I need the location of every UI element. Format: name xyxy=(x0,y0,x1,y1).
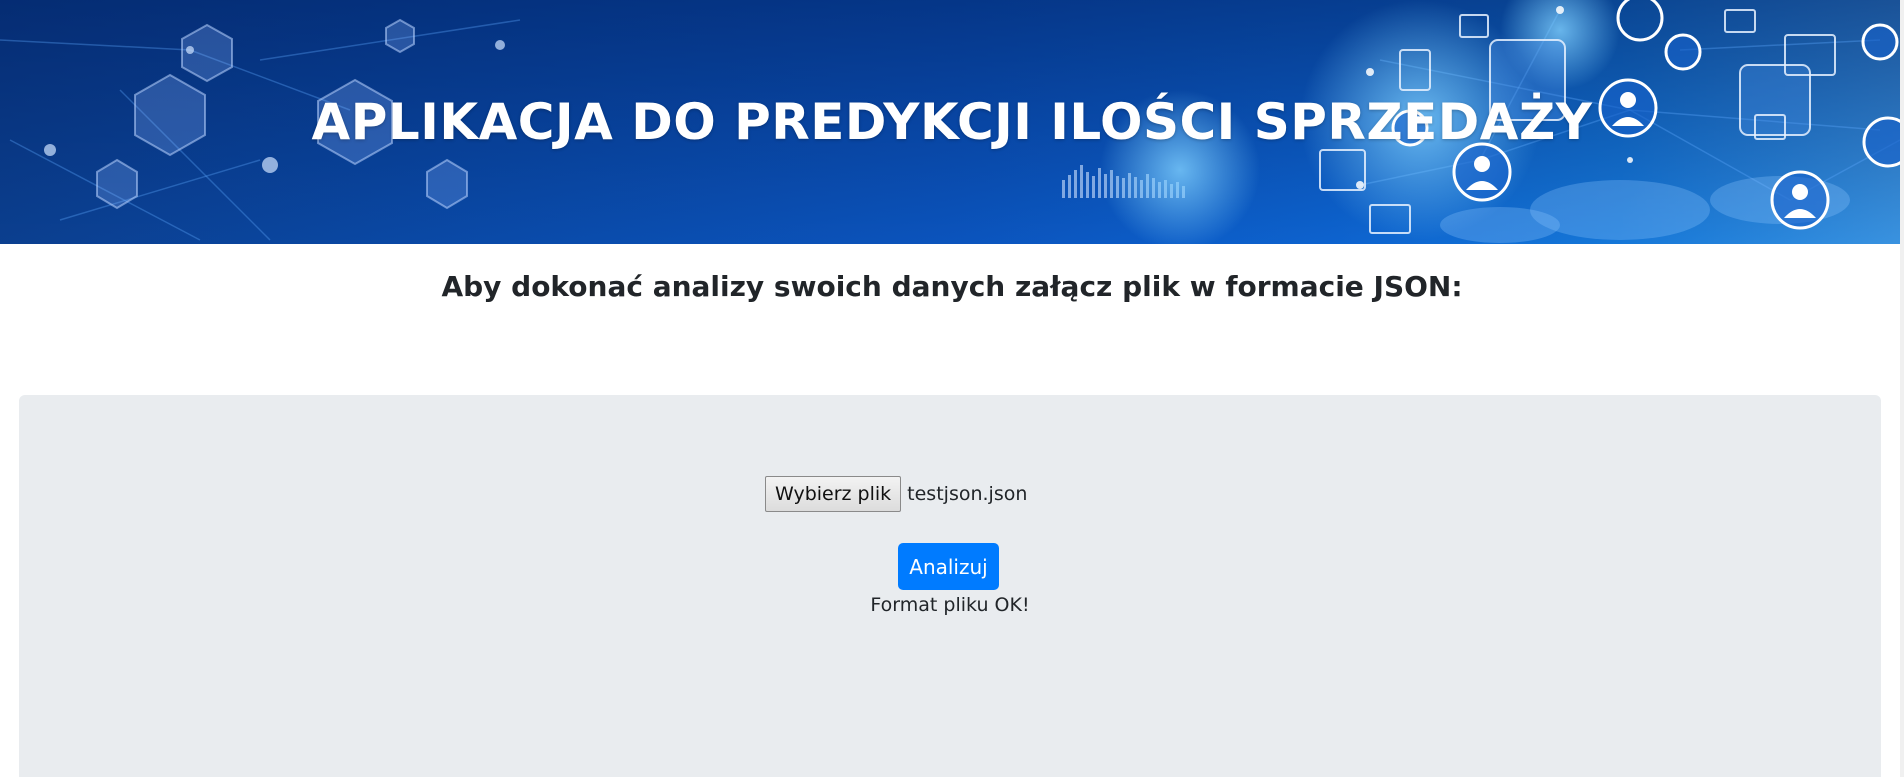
file-input[interactable]: Wybierz plik testjson.json xyxy=(765,475,1027,513)
page-title: APLIKACJA DO PREDYKCJI ILOŚCI SPRZEDAŻY xyxy=(311,93,1593,151)
page: APLIKACJA DO PREDYKCJI ILOŚCI SPRZEDAŻY … xyxy=(0,0,1904,777)
header-banner: APLIKACJA DO PREDYKCJI ILOŚCI SPRZEDAŻY xyxy=(0,0,1904,244)
file-status-message: Format pliku OK! xyxy=(870,594,1030,616)
scrollbar-edge[interactable] xyxy=(1900,0,1904,777)
selected-file-name: testjson.json xyxy=(907,483,1028,505)
upload-instructions: Aby dokonać analizy swoich danych załącz… xyxy=(441,270,1463,303)
choose-file-button[interactable]: Wybierz plik xyxy=(765,476,902,512)
analyze-button[interactable]: Analizuj xyxy=(898,543,999,590)
